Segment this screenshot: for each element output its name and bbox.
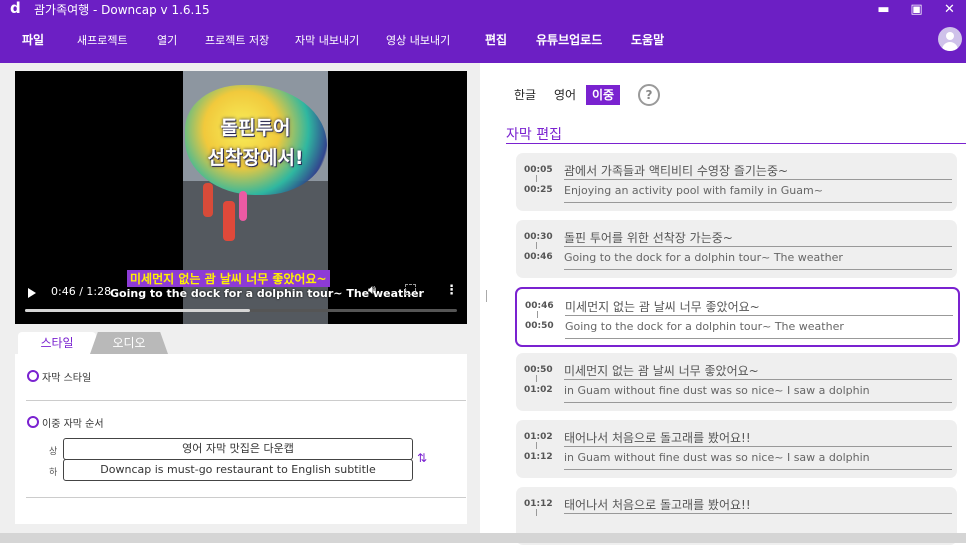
time-separator <box>536 509 537 516</box>
fullscreen-icon[interactable] <box>405 284 416 295</box>
section-title: 자막 편집 <box>506 127 562 143</box>
korean-subtitle-text[interactable]: 미세먼지 없는 괌 날씨 너무 좋았어요~ <box>565 298 760 315</box>
end-time: 01:12 <box>524 452 553 462</box>
start-time: 00:46 <box>525 301 554 311</box>
bottom-strip <box>0 533 966 543</box>
english-subtitle-text[interactable]: Going to the dock for a dolphin tour~ Th… <box>565 320 844 333</box>
overlay-title-line2: 선착장에서! <box>207 147 304 169</box>
person-figure <box>203 183 213 217</box>
end-time: 01:02 <box>524 385 553 395</box>
menu-export-subtitle[interactable]: 자막 내보내기 <box>295 32 359 48</box>
volume-icon[interactable]: 🔊︎ <box>368 283 376 298</box>
english-subtitle-text[interactable]: Going to the dock for a dolphin tour~ Th… <box>564 251 843 264</box>
tab-style[interactable]: 스타일 <box>18 332 96 354</box>
video-player[interactable]: 돌핀투어 선착장에서! 미세먼지 없는 괌 날씨 너무 좋았어요~ Going … <box>15 71 467 324</box>
end-time: 00:50 <box>525 321 554 331</box>
person-figure <box>239 191 247 221</box>
menu-help[interactable]: 도움말 <box>631 31 664 48</box>
window-title: 괌가족여행 - Downcap v 1.6.15 <box>34 2 210 17</box>
time-separator <box>536 442 537 449</box>
subtitle-card[interactable]: 00:30 00:46 돌핀 투어를 위한 선착장 가는중~ Going to the… <box>516 220 957 278</box>
menu-save-project[interactable]: 프로젝트 저장 <box>205 32 269 48</box>
lower-subtitle-field[interactable]: Downcap is must-go restaurant to English… <box>63 459 413 481</box>
subtitle-style-radio[interactable] <box>27 370 39 382</box>
minimize-button[interactable]: ▬ <box>867 0 900 18</box>
text-underline <box>565 315 953 316</box>
time-separator <box>537 311 538 318</box>
start-time: 00:50 <box>524 365 553 375</box>
start-time: 01:02 <box>524 432 553 442</box>
menu-open[interactable]: 열기 <box>157 32 177 48</box>
overlay-title-line1: 돌핀투어 <box>220 117 291 139</box>
text-underline <box>564 469 952 470</box>
section-underline <box>506 143 966 144</box>
lower-label: 하 <box>49 468 58 478</box>
dual-order-label: 이중 자막 순서 <box>42 419 104 430</box>
app-logo: d <box>10 0 21 17</box>
subtitle-style-label: 자막 스타일 <box>42 373 92 384</box>
menu-new-project[interactable]: 새프로젝트 <box>77 32 128 48</box>
korean-subtitle-text[interactable]: 미세먼지 없는 괌 날씨 너무 좋았어요~ <box>564 362 759 379</box>
video-progress-bar[interactable] <box>25 309 457 312</box>
time-separator <box>536 175 537 182</box>
menu-bar: 파일 새프로젝트 열기 프로젝트 저장 자막 내보내기 영상 내보내기 편집 유… <box>0 18 966 63</box>
maximize-button[interactable]: ▣ <box>900 0 933 18</box>
video-progress-fill <box>25 309 250 312</box>
upper-subtitle-field[interactable]: 영어 자막 맛집은 다운캡 <box>63 438 413 460</box>
text-underline <box>564 402 952 403</box>
divider <box>26 400 466 401</box>
end-time: 00:46 <box>524 252 553 262</box>
text-underline <box>564 179 952 180</box>
dual-order-radio[interactable] <box>27 416 39 428</box>
start-time: 00:05 <box>524 165 553 175</box>
divider <box>26 497 466 498</box>
avatar-body-shape <box>942 42 958 51</box>
avatar-head-shape <box>946 32 954 40</box>
korean-subtitle-text[interactable]: 괌에서 가족들과 액티비티 수영장 즐기는중~ <box>564 162 788 179</box>
subtitle-card[interactable]: 01:02 01:12 태어나서 처음으로 돌고래를 봤어요!! in Guam wi… <box>516 420 957 478</box>
subtitle-card[interactable]: 00:46 00:50 미세먼지 없는 괌 날씨 너무 좋았어요~ Going to … <box>515 287 960 347</box>
close-button[interactable]: ✕ <box>933 0 966 18</box>
menu-file[interactable]: 파일 <box>22 31 44 48</box>
play-icon[interactable] <box>28 288 36 298</box>
text-underline <box>564 202 952 203</box>
english-subtitle-text[interactable]: Enjoying an activity pool with family in… <box>564 184 823 197</box>
time-separator <box>536 375 537 382</box>
english-subtitle-text[interactable]: in Guam without fine dust was so nice~ I… <box>564 451 870 464</box>
tab-audio[interactable]: 오디오 <box>90 332 168 354</box>
subtitle-card[interactable]: 00:50 01:02 미세먼지 없는 괌 날씨 너무 좋았어요~ in Guam w… <box>516 353 957 411</box>
korean-subtitle-text[interactable]: 돌핀 투어를 위한 선착장 가는중~ <box>564 229 733 246</box>
title-bar: d 괌가족여행 - Downcap v 1.6.15 ▬ ▣ ✕ <box>0 0 966 18</box>
menu-edit[interactable]: 편집 <box>485 31 507 48</box>
text-underline <box>564 379 952 380</box>
start-time: 01:12 <box>524 499 553 509</box>
end-time: 00:25 <box>524 185 553 195</box>
user-avatar[interactable] <box>938 27 962 51</box>
text-underline <box>564 513 952 514</box>
text-underline <box>565 338 953 339</box>
menu-youtube-upload[interactable]: 유튜브업로드 <box>536 31 602 48</box>
subtitle-card[interactable]: 00:05 00:25 괌에서 가족들과 액티비티 수영장 즐기는중~ Enjoyin… <box>516 153 957 211</box>
video-time: 0:46 / 1:28 <box>51 285 112 298</box>
korean-subtitle-text[interactable]: 태어나서 처음으로 돌고래를 봤어요!! <box>564 429 751 446</box>
lang-tab-korean[interactable]: 한글 <box>514 85 536 105</box>
english-subtitle-text[interactable]: in Guam without fine dust was so nice~ I… <box>564 384 870 397</box>
start-time: 00:30 <box>524 232 553 242</box>
swap-order-icon[interactable]: ⇅ <box>417 451 427 465</box>
help-icon[interactable]: ? <box>638 84 660 106</box>
window-controls: ▬ ▣ ✕ <box>867 0 966 18</box>
person-figure <box>223 201 235 241</box>
lang-tab-dual[interactable]: 이중 <box>586 85 621 105</box>
time-separator <box>536 242 537 249</box>
korean-subtitle-text[interactable]: 태어나서 처음으로 돌고래를 봤어요!! <box>564 496 751 513</box>
upper-label: 상 <box>49 447 58 457</box>
video-controls: 0:46 / 1:28 🔊︎ ⋮ <box>15 276 467 316</box>
lang-tab-english[interactable]: 영어 <box>554 85 576 105</box>
more-options-icon[interactable]: ⋮ <box>445 283 458 298</box>
menu-export-video[interactable]: 영상 내보내기 <box>386 32 450 48</box>
text-underline <box>564 246 952 247</box>
text-underline <box>564 446 952 447</box>
text-underline <box>564 269 952 270</box>
